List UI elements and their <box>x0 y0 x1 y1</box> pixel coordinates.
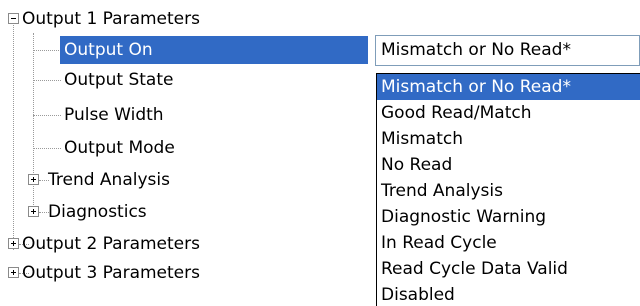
parameter-tree: Output 1 Parameters Output On Output Sta… <box>0 0 370 306</box>
tree-node-output-3[interactable]: Output 3 Parameters <box>0 259 204 287</box>
tree-node-output-1[interactable]: Output 1 Parameters <box>0 5 204 33</box>
select-value: Mismatch or No Read* <box>381 40 571 60</box>
tree-connector <box>33 148 61 149</box>
tree-node-output-2[interactable]: Output 2 Parameters <box>0 230 204 258</box>
tree-node-output-mode[interactable]: Output Mode <box>60 134 179 162</box>
dropdown-option[interactable]: Trend Analysis <box>377 178 640 204</box>
tree-node-pulse-width[interactable]: Pulse Width <box>60 101 168 129</box>
tree-node-label: Output Mode <box>64 138 175 158</box>
dropdown-option[interactable]: No Read <box>377 152 640 178</box>
dropdown-option[interactable]: Good Read/Match <box>377 100 640 126</box>
expand-icon[interactable] <box>28 174 39 185</box>
tree-connector <box>33 115 61 116</box>
expand-icon[interactable] <box>28 206 39 217</box>
tree-node-output-on[interactable]: Output On <box>60 36 368 64</box>
tree-node-diagnostics[interactable]: Diagnostics <box>28 198 151 226</box>
dropdown-option[interactable]: Mismatch <box>377 126 640 152</box>
tree-node-label: Output On <box>60 36 368 64</box>
tree-node-trend-analysis[interactable]: Trend Analysis <box>28 166 174 194</box>
tree-connector <box>13 19 14 250</box>
tree-node-label: Output 1 Parameters <box>22 9 200 29</box>
dropdown-option[interactable]: Mismatch or No Read* <box>377 74 640 100</box>
tree-node-label: Diagnostics <box>48 202 147 222</box>
expand-icon[interactable] <box>8 238 19 249</box>
dropdown-option[interactable]: In Read Cycle <box>377 230 640 256</box>
dropdown-option[interactable]: Read Cycle Data Valid <box>377 256 640 282</box>
dropdown-option[interactable]: Diagnostic Warning <box>377 204 640 230</box>
tree-connector <box>33 80 61 81</box>
tree-node-label: Pulse Width <box>64 105 164 125</box>
tree-node-label: Output State <box>64 70 174 90</box>
expand-icon[interactable] <box>8 267 19 278</box>
output-on-select[interactable]: Mismatch or No Read* <box>375 35 640 66</box>
output-on-dropdown-list[interactable]: Mismatch or No Read* Good Read/Match Mis… <box>376 73 640 306</box>
dropdown-option[interactable]: Disabled <box>377 282 640 306</box>
collapse-icon[interactable] <box>8 13 19 24</box>
tree-node-label: Output 2 Parameters <box>22 234 200 254</box>
tree-node-output-state[interactable]: Output State <box>60 66 177 94</box>
tree-node-label: Output 3 Parameters <box>22 263 200 283</box>
tree-node-label: Trend Analysis <box>48 170 170 190</box>
tree-connector <box>33 50 61 51</box>
